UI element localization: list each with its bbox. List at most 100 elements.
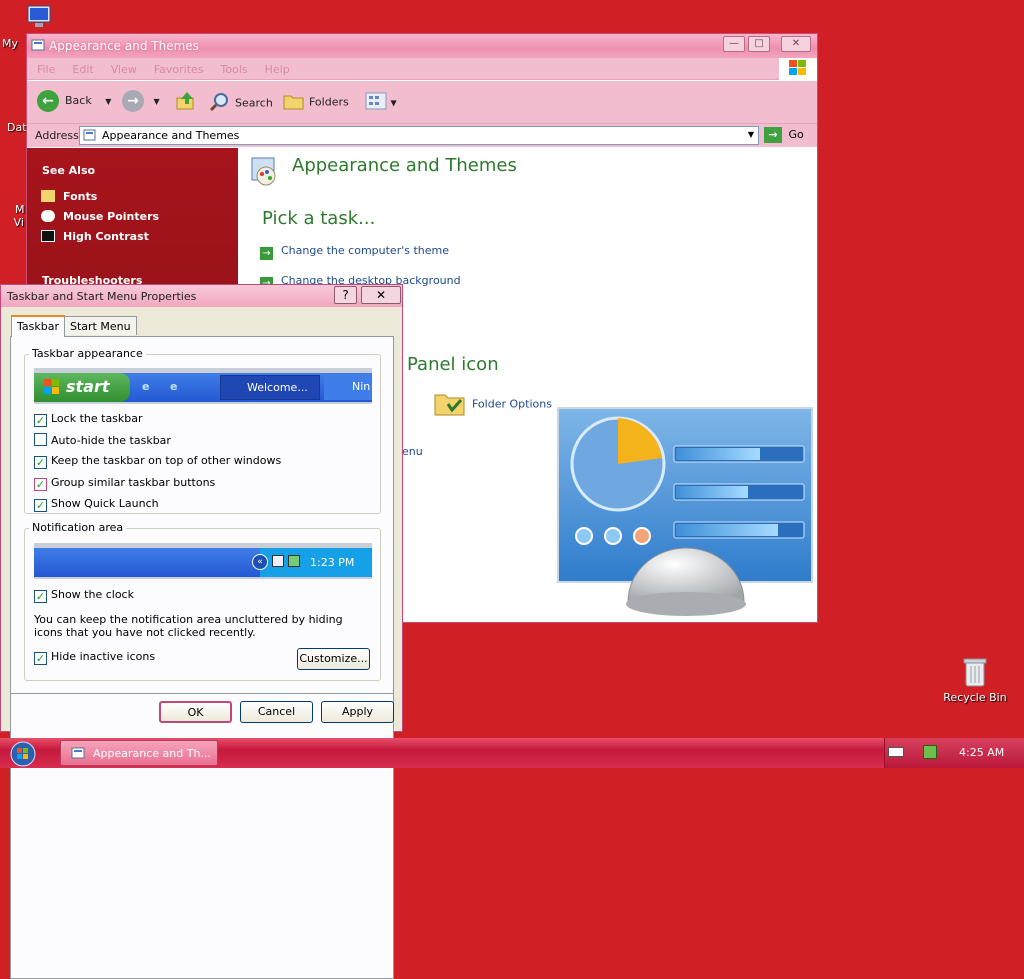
preview-task-label: Welcome... [247,381,308,394]
folder-up-icon [175,92,197,115]
menu-edit[interactable]: Edit [62,58,100,76]
see-also-heading: See Also [42,164,96,177]
taskbar-appearance-group: Taskbar appearance start e e Welcome... … [24,347,381,514]
control-panel-icon [71,746,86,764]
back-button[interactable]: ← Back ▼ [37,90,111,112]
system-clock[interactable]: 4:25 AM [959,746,1004,759]
go-button[interactable]: → Go [764,127,804,143]
start-label: start [66,377,110,396]
checkbox-quick-launch[interactable]: ✓ Show Quick Launch [34,497,159,512]
chevron-down-icon[interactable]: ▼ [748,130,754,139]
checkbox-group-similar[interactable]: ✓ Group similar taskbar buttons [34,476,215,491]
customize-button[interactable]: Customize... [297,648,370,670]
tab-start-menu[interactable]: Start Menu [64,316,137,335]
checkbox-label: Show Quick Launch [51,497,159,510]
checkbox-label: Auto-hide the taskbar [51,434,171,447]
start-button[interactable] [6,739,42,767]
forward-button[interactable]: → ▼ [122,90,160,112]
sidebar-item-high-contrast[interactable]: High Contrast [41,230,149,243]
folders-button[interactable]: Folders [283,92,349,113]
dialog-tab-content: Taskbar appearance start e e Welcome... … [10,336,394,694]
search-button[interactable]: Search [209,92,273,115]
search-icon [209,92,231,115]
menu-favorites[interactable]: Favorites [144,58,211,76]
folder-options-link[interactable]: Folder Options [434,389,552,420]
checkbox-auto-hide[interactable]: Auto-hide the taskbar [34,433,171,447]
address-input[interactable]: Appearance and Themes ▼ [79,126,759,145]
dialog-title: Taskbar and Start Menu Properties [7,290,197,303]
preview-task-button-2: Nin [324,375,372,400]
address-label: Address [35,129,79,142]
forward-arrow-icon: → [122,90,144,112]
checkbox-label: Hide inactive icons [51,650,156,663]
menu-bar: File Edit View Favorites Tools Help [27,58,817,80]
checkbox-hide-inactive[interactable]: ✓ Hide inactive icons [34,650,155,665]
chevron-down-icon: ▼ [390,98,397,108]
high-contrast-icon [41,230,55,242]
views-button[interactable]: ▼ [365,92,397,113]
menu-file[interactable]: File [27,58,62,76]
sidebar-item-fonts[interactable]: Fonts [41,190,97,203]
taskbar-task-button[interactable]: Appearance and Th... [60,740,218,766]
checkbox[interactable]: ✓ [34,414,47,427]
help-button[interactable]: ? [334,286,357,304]
folder-options-label: Folder Options [472,397,552,411]
checkbox[interactable]: ✓ [34,499,47,512]
menu-tools[interactable]: Tools [211,58,255,76]
mouse-icon [41,210,55,222]
maximize-button[interactable]: □ [748,36,770,52]
checkbox[interactable]: ✓ [34,478,47,491]
control-panel-icon [31,38,46,56]
arrow-right-icon: → [260,247,273,260]
chevron-down-icon: ▼ [153,97,160,106]
dialog-titlebar[interactable]: Taskbar and Start Menu Properties ? ✕ [1,285,402,307]
checkbox-keep-on-top[interactable]: ✓ Keep the taskbar on top of other window… [34,454,281,469]
tab-taskbar[interactable]: Taskbar [11,315,65,337]
ok-button[interactable]: OK [159,701,232,723]
close-button[interactable]: ✕ [361,286,401,304]
cancel-button[interactable]: Cancel [240,701,313,723]
checkbox-label: Group similar taskbar buttons [51,476,216,489]
taskbar-preview: start e e Welcome... Nin [34,368,372,404]
desktop-icon-media[interactable]: M Vi [14,203,25,229]
menu-view[interactable]: View [101,58,144,76]
back-arrow-icon: ← [37,90,59,112]
desktop-icon-recycle-bin[interactable]: Recycle Bin [940,656,1010,704]
checkbox[interactable]: ✓ [34,590,47,603]
explorer-titlebar[interactable]: Appearance and Themes — □ ✕ [27,34,817,58]
window-title: Appearance and Themes [49,39,199,53]
menu-help[interactable]: Help [255,58,297,76]
sidebar-item-label: Fonts [63,190,98,203]
apply-button[interactable]: Apply [321,701,394,723]
minimize-button[interactable]: — [723,36,745,52]
checkbox[interactable] [34,433,47,446]
checkbox-lock-taskbar[interactable]: ✓ Lock the taskbar [34,412,143,427]
back-label: Back [65,94,92,107]
control-panel-illustration [556,406,814,623]
preview-task-label: Nin [352,380,371,393]
folder-icon [283,92,305,113]
network-icon [272,555,284,567]
control-panel-icon [83,129,97,145]
preview-clock: 1:23 PM [310,556,355,569]
checkbox[interactable]: ✓ [34,652,47,665]
checkbox[interactable]: ✓ [34,456,47,469]
folder-options-icon [434,389,466,420]
tray-app-icon[interactable] [923,745,937,759]
close-button[interactable]: ✕ [781,36,811,52]
checkbox-show-clock[interactable]: ✓ Show the clock [34,588,134,603]
desktop-icon-documents[interactable]: Dat [7,121,27,134]
tray-app-icon [288,555,300,567]
pick-task-heading: Pick a task... [262,208,376,229]
search-label: Search [235,96,273,110]
tray-preview: « 1:23 PM [252,548,372,577]
checkbox-label: Keep the taskbar on top of other windows [51,454,282,467]
task-link-change-theme[interactable]: → Change the computer's theme [260,244,449,260]
address-value: Appearance and Themes [102,129,240,142]
taskbar-menu-fragment[interactable]: enu [402,445,423,458]
appearance-themes-icon [248,154,282,191]
go-label: Go [788,128,804,141]
keyboard-icon[interactable] [888,747,904,757]
sidebar-item-mouse-pointers[interactable]: Mouse Pointers [41,210,159,223]
up-button[interactable] [175,90,197,115]
